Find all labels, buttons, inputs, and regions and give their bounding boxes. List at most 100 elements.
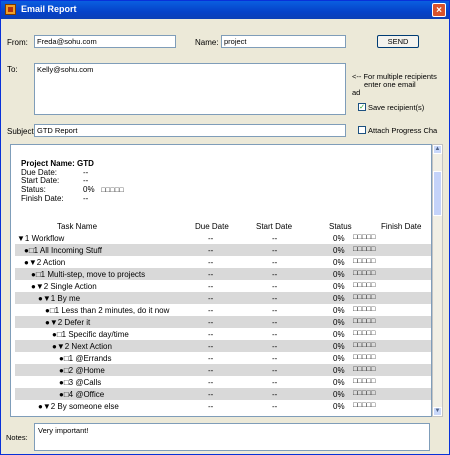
to-field[interactable]: Kelly@sohu.com [34, 63, 346, 115]
table-row: ▼1 Workflow -- -- 0% □□□□□ [15, 232, 431, 244]
task-name-cell: ●▼2 Action [24, 258, 66, 267]
close-icon: × [436, 5, 442, 16]
save-recipients-label: Save recipient(s) [368, 103, 425, 112]
from-label: From: [7, 38, 28, 47]
chevron-down-icon[interactable]: ▼ [433, 407, 442, 416]
report-preview[interactable]: Project Name: GTD Due Date: -- Start Date… [10, 144, 432, 417]
table-row: ●□1 Specific day/time -- -- 0% □□□□□ [15, 328, 431, 340]
task-name-cell: ●▼2 Next Action [52, 342, 112, 351]
start-date-cell: -- [272, 330, 278, 339]
status-cell: 0% [333, 366, 345, 375]
status-boxes-cell: □□□□□ [353, 390, 376, 397]
status-boxes-cell: □□□□□ [353, 318, 376, 325]
notes-field[interactable]: Very important! [34, 423, 430, 451]
status-boxes-cell: □□□□□ [353, 258, 376, 265]
status-cell: 0% [333, 258, 345, 267]
due-date-cell: -- [208, 366, 214, 375]
note-line-2: enter one email [364, 80, 416, 89]
status-boxes-cell: □□□□□ [353, 330, 376, 337]
status-cell: 0% [333, 318, 345, 327]
window-title: Email Report [21, 4, 77, 14]
due-date-cell: -- [208, 354, 214, 363]
status-boxes-cell: □□□□□ [353, 354, 376, 361]
table-row: ●□1 All Incoming Stuff -- -- 0% □□□□□ [15, 244, 431, 256]
note-line-3: ad [352, 88, 361, 97]
status-cell: 0% [333, 234, 345, 243]
start-date-cell: -- [272, 246, 278, 255]
start-date-cell: -- [272, 234, 278, 243]
notes-label: Notes: [6, 433, 28, 442]
status-boxes-cell: □□□□□ [353, 402, 376, 409]
table-row: ●□3 @Calls -- -- 0% □□□□□ [15, 376, 431, 388]
due-date-cell: -- [208, 258, 214, 267]
table-row: ●▼2 Single Action -- -- 0% □□□□□ [15, 280, 431, 292]
start-date-cell: -- [272, 390, 278, 399]
to-label: To: [7, 65, 18, 74]
start-date-cell: -- [272, 306, 278, 315]
table-row: ●□4 @Office -- -- 0% □□□□□ [15, 388, 431, 400]
table-row: ●□1 Less than 2 minutes, do it now -- -- 0%… [15, 304, 431, 316]
status-cell: 0% [333, 402, 345, 411]
task-name-cell: ●▼2 Defer it [45, 318, 91, 327]
from-field[interactable]: Freda@sohu.com [34, 35, 176, 48]
attach-progress-label: Attach Progress Cha [368, 126, 438, 135]
table-row: ●▼2 Next Action -- -- 0% □□□□□ [15, 340, 431, 352]
status-cell: 0% [333, 294, 345, 303]
status-boxes-cell: □□□□□ [353, 270, 376, 277]
table-row: ●▼2 Defer it -- -- 0% □□□□□ [15, 316, 431, 328]
recipients-note: <-- For multiple recipients enter one em… [352, 73, 447, 97]
subject-field[interactable]: GTD Report [34, 124, 346, 137]
save-recipients-checkbox[interactable]: ✓ [358, 103, 366, 111]
name-field[interactable]: project [221, 35, 346, 48]
scroll-thumb[interactable] [433, 171, 442, 216]
finish-date-value: -- [83, 194, 89, 203]
status-cell: 0% [333, 342, 345, 351]
status-cell: 0% [333, 378, 345, 387]
status-boxes-cell: □□□□□ [353, 378, 376, 385]
table-header: Task Name Due Date Start Date Status Fin… [15, 222, 431, 232]
due-date-cell: -- [208, 402, 214, 411]
task-name-cell: ●□1 Less than 2 minutes, do it now [45, 306, 170, 315]
name-label: Name: [195, 38, 219, 47]
subject-label: Subject: [7, 127, 36, 136]
due-date-cell: -- [208, 306, 214, 315]
status-boxes-cell: □□□□□ [353, 342, 376, 349]
start-date-cell: -- [272, 342, 278, 351]
close-button[interactable]: × [432, 3, 446, 17]
start-date-cell: -- [272, 354, 278, 363]
task-name-cell: ●□4 @Office [59, 390, 105, 399]
status-boxes-cell: □□□□□ [353, 282, 376, 289]
task-name-cell: ●□2 @Home [59, 366, 105, 375]
status-label: Status: [21, 184, 46, 194]
status-boxes-cell: □□□□□ [353, 294, 376, 301]
task-name-cell: ▼1 Workflow [17, 234, 65, 243]
due-date-cell: -- [208, 390, 214, 399]
col-finish-date: Finish Date [381, 222, 422, 231]
status-cell: 0% [333, 270, 345, 279]
report-icon [5, 4, 16, 15]
task-name-cell: ●□1 All Incoming Stuff [24, 246, 102, 255]
task-table: ▼1 Workflow -- -- 0% □□□□□ ●□1 All Incoming S… [15, 232, 431, 412]
start-date-cell: -- [272, 378, 278, 387]
due-date-cell: -- [208, 282, 214, 291]
finish-date-label: Finish Date: [21, 194, 64, 203]
status-cell: 0% [333, 330, 345, 339]
table-row: ●□1 @Errands -- -- 0% □□□□□ [15, 352, 431, 364]
status-progress-boxes: □□□□□ [101, 186, 124, 194]
project-summary: Project Name: GTD Due Date: -- Start Date… [21, 159, 124, 204]
status-boxes-cell: □□□□□ [353, 366, 376, 373]
status-boxes-cell: □□□□□ [353, 234, 376, 241]
start-date-cell: -- [272, 294, 278, 303]
col-status: Status [329, 222, 352, 231]
due-date-cell: -- [208, 234, 214, 243]
due-date-cell: -- [208, 270, 214, 279]
task-name-cell: ●▼1 By me [38, 294, 81, 303]
task-name-cell: ●□1 @Errands [59, 354, 112, 363]
status-value: 0% [83, 184, 95, 194]
chevron-up-icon[interactable]: ▲ [433, 145, 442, 154]
report-scrollbar[interactable]: ▲ ▼ [432, 144, 443, 417]
due-date-cell: -- [208, 246, 214, 255]
send-button[interactable]: SEND [377, 35, 419, 48]
title-bar[interactable]: Email Report × [1, 1, 449, 19]
attach-progress-checkbox[interactable] [358, 126, 366, 134]
